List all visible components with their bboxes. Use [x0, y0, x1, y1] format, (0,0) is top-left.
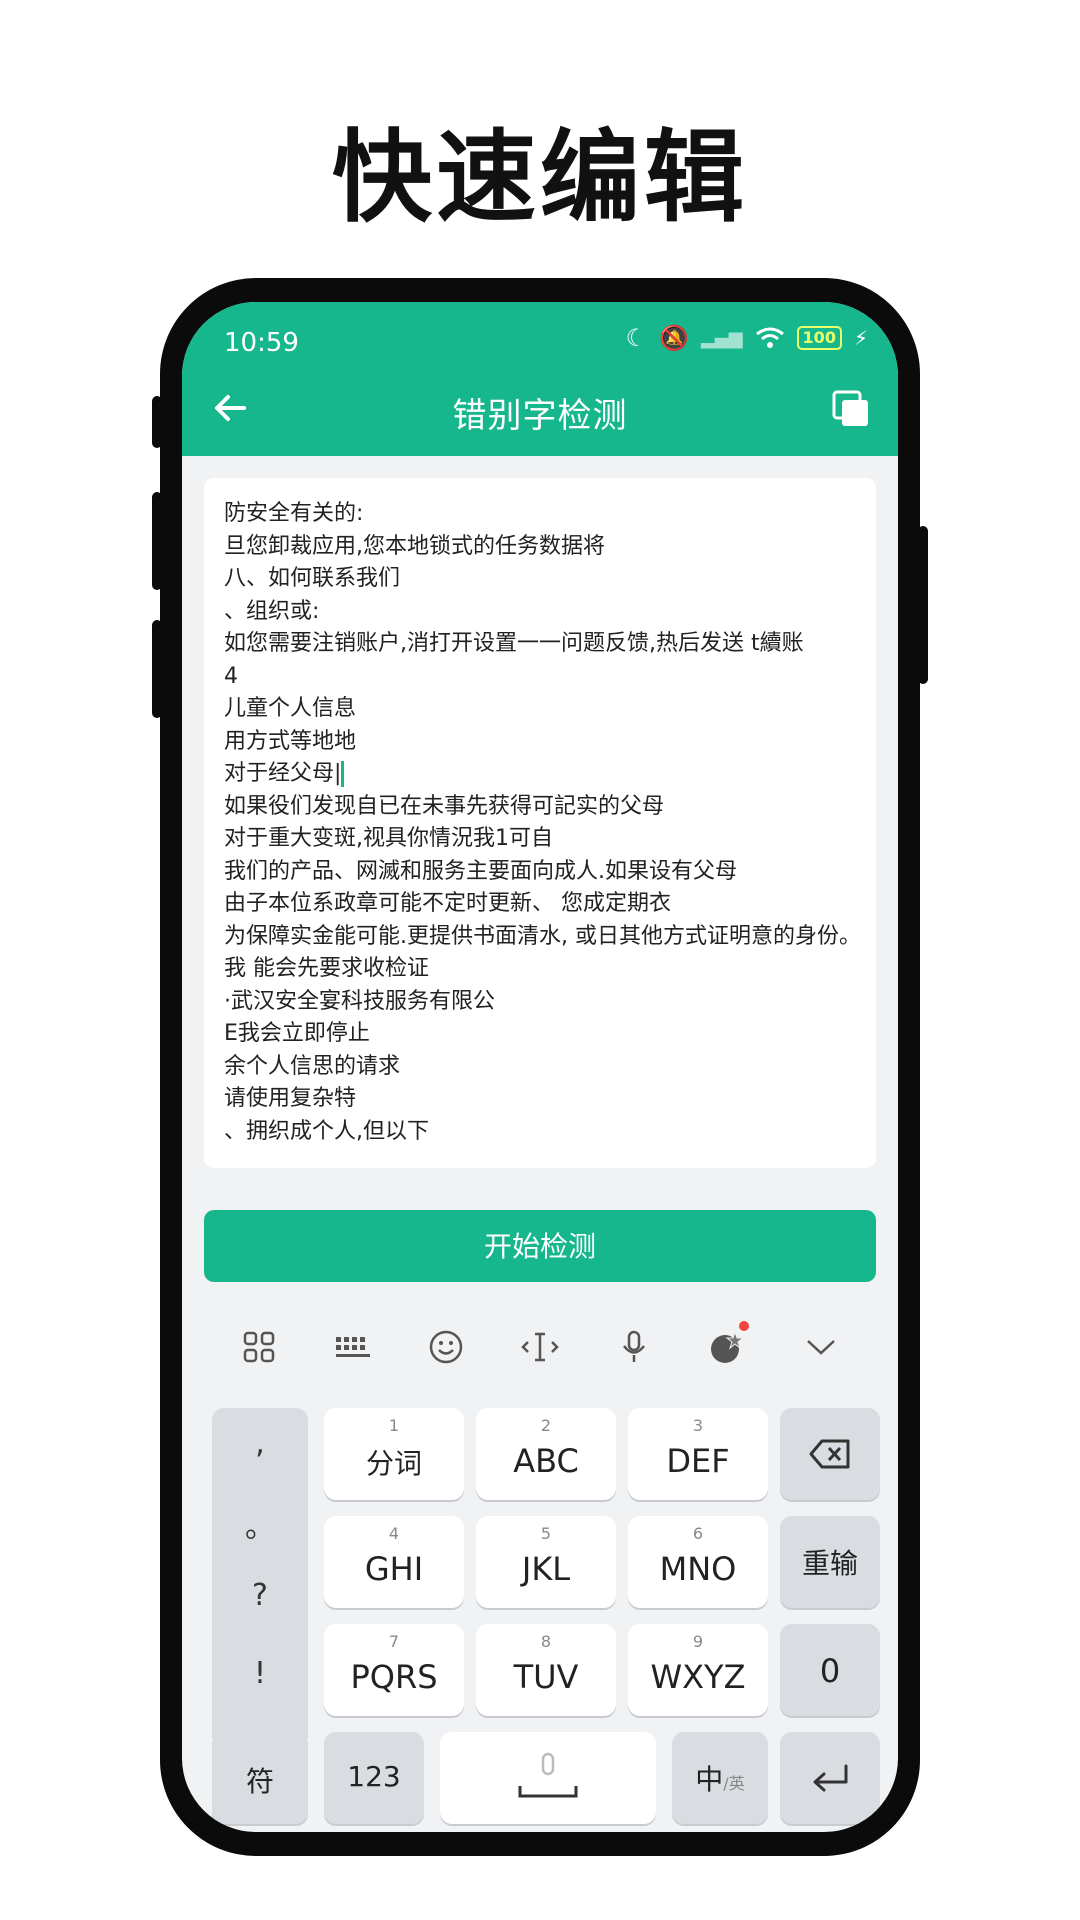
period-key[interactable]: 。: [212, 1502, 308, 1546]
key-5[interactable]: 5 JKL: [476, 1516, 616, 1608]
exclaim-key[interactable]: !: [212, 1656, 308, 1691]
editor-line: 余个人信思的请求: [224, 1053, 401, 1079]
symbol-key[interactable]: 符: [212, 1732, 308, 1824]
phone-screen: 10:59 ☾ 🔕 ▂▄▆ 100 ⚡ 错别字检测 防安全有关的: 旦您卸裁应用…: [182, 302, 898, 1832]
mic-icon[interactable]: [614, 1327, 654, 1367]
keyboard-toolbar: [182, 1302, 898, 1392]
comma-key[interactable]: ,: [212, 1426, 308, 1461]
grid-icon[interactable]: [239, 1327, 279, 1367]
page-headline: 快速编辑: [332, 119, 748, 236]
editor-line: 为保障实金能可能.更提供书面清水, 或日其他方式证明意的身份。我 能会先要求收检…: [224, 923, 861, 982]
editor-line: 旦您卸裁应用,您本地锁式的任务数据将: [224, 533, 605, 559]
status-time: 10:59: [224, 328, 299, 358]
editor-line: 请使用复杂特: [224, 1086, 357, 1111]
charging-icon: ⚡: [853, 326, 868, 350]
phone-side-button: [152, 396, 162, 448]
editor-line: 如果役们发现自已在未事先获得可記实的父母: [224, 793, 665, 819]
editor-line: 儿童个人信息: [224, 696, 357, 721]
reenter-key[interactable]: 重输: [780, 1516, 880, 1608]
emoji-icon[interactable]: [426, 1327, 466, 1367]
number-mode-key[interactable]: 123: [324, 1732, 424, 1824]
editor-line: 防安全有关的:: [224, 501, 364, 526]
notification-dot: [739, 1321, 750, 1331]
punctuation-column[interactable]: , 。 ? !: [212, 1408, 308, 1744]
mute-icon: 🔕: [659, 324, 690, 352]
theme-icon[interactable]: [707, 1321, 750, 1367]
editor-content[interactable]: 防安全有关的: 旦您卸裁应用,您本地锁式的任务数据将 八、如何联系我们 、组织或: 如您…: [224, 498, 864, 1148]
key-8[interactable]: 8 TUV: [476, 1624, 616, 1716]
language-switch-key[interactable]: 中/英: [672, 1732, 768, 1824]
enter-icon: [813, 1764, 848, 1792]
status-icons: ☾ 🔕 ▂▄▆ 100 ⚡: [626, 324, 868, 352]
cursor-icon[interactable]: [520, 1327, 560, 1367]
key-6[interactable]: 6 MNO: [628, 1516, 768, 1608]
editor-line: 我们的产品、网滅和服务主要面向成人.如果设有父母: [224, 858, 737, 884]
page-title: 错别字检测: [452, 396, 628, 436]
key-3[interactable]: 3 DEF: [628, 1408, 768, 1500]
app-bar: 10:59 ☾ 🔕 ▂▄▆ 100 ⚡ 错别字检测: [182, 302, 898, 456]
moon-icon: ☾: [625, 324, 648, 352]
collapse-icon[interactable]: [801, 1327, 841, 1367]
editor-line: 对于重大变斑,视具你情況我1可自: [224, 826, 553, 851]
wifi-icon: [755, 327, 784, 348]
phone-frame: 10:59 ☾ 🔕 ▂▄▆ 100 ⚡ 错别字检测 防安全有关的: 旦您卸裁应用…: [152, 278, 928, 1856]
text-editor[interactable]: 防安全有关的: 旦您卸裁应用,您本地锁式的任务数据将 八、如何联系我们 、组织或: 如您…: [204, 478, 876, 1168]
editor-line: 用方式等地地: [224, 728, 357, 754]
editor-line: 八、如何联系我们: [224, 566, 401, 591]
editor-line: 、组织或:: [224, 598, 320, 624]
phone-volume-up: [152, 492, 162, 590]
backspace-key[interactable]: [780, 1408, 880, 1500]
key-2[interactable]: 2 ABC: [476, 1408, 616, 1500]
editor-line: 对于经父母|: [224, 758, 864, 791]
signal-icon: ▂▄▆: [701, 327, 743, 349]
editor-line: E我会立即停止: [224, 1021, 370, 1046]
editor-line: 如您需要注销账户,消打开设置一一问题反馈,热后发送 t續账: [224, 631, 804, 656]
editor-line: 、拥织成个人,但以下: [224, 1118, 429, 1144]
key-7[interactable]: 7 PQRS: [324, 1624, 464, 1716]
copy-icon[interactable]: [832, 390, 870, 428]
space-key[interactable]: [440, 1732, 656, 1824]
text-caret: [341, 761, 345, 787]
key-4[interactable]: 4 GHI: [324, 1516, 464, 1608]
keyboard-icon[interactable]: [333, 1327, 373, 1367]
phone-volume-down: [152, 620, 162, 718]
battery-icon: 100: [796, 326, 842, 350]
question-key[interactable]: ?: [212, 1578, 308, 1613]
backspace-icon: [809, 1439, 850, 1469]
editor-line: 4: [224, 663, 238, 689]
enter-key[interactable]: [780, 1732, 880, 1824]
space-mic-icon: [518, 1752, 578, 1798]
phone-power-button: [918, 526, 928, 684]
editor-line: ·武汉安全宴科技服务有限公: [224, 988, 495, 1014]
zero-key[interactable]: 0: [780, 1624, 880, 1716]
key-9[interactable]: 9 WXYZ: [628, 1624, 768, 1716]
key-1[interactable]: 1 分词: [324, 1408, 464, 1500]
editor-line: 由子本位系政章可能不定时更新、 您成定期衣: [224, 891, 671, 916]
start-detect-button[interactable]: 开始检测: [204, 1210, 876, 1282]
